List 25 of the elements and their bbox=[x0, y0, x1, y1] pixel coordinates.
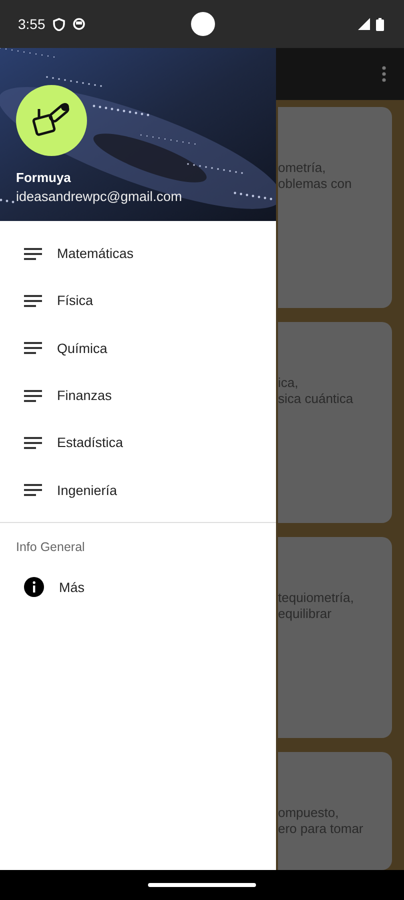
list-icon bbox=[24, 436, 42, 449]
app-name: Formuya bbox=[16, 170, 71, 185]
more-icon[interactable] bbox=[382, 66, 386, 82]
face-icon bbox=[73, 18, 86, 30]
list-icon bbox=[24, 294, 42, 307]
account-email: ideasandrewpc@gmail.com bbox=[16, 189, 182, 204]
signal-icon bbox=[358, 18, 370, 30]
battery-icon bbox=[376, 18, 384, 30]
drawer-item[interactable]: Física bbox=[0, 277, 276, 325]
drawer-item[interactable]: Estadística bbox=[0, 419, 276, 466]
drawer-item[interactable]: Ingeniería bbox=[0, 466, 276, 514]
camera-cutout bbox=[191, 12, 215, 36]
section-title: Info General bbox=[15, 538, 86, 554]
list-icon bbox=[24, 390, 42, 402]
drawer-item[interactable]: Más bbox=[0, 564, 276, 612]
drawer-item[interactable]: Matemáticas bbox=[0, 230, 276, 278]
drawer-item[interactable]: Química bbox=[0, 324, 276, 372]
info-icon bbox=[24, 577, 44, 598]
drawer-item[interactable]: Finanzas bbox=[0, 372, 276, 420]
list-icon bbox=[24, 484, 42, 496]
status-time: 3:55 bbox=[18, 16, 46, 32]
list-icon bbox=[24, 342, 42, 354]
list-icon bbox=[24, 248, 42, 260]
home-handle[interactable] bbox=[148, 883, 256, 887]
shield-icon bbox=[53, 18, 66, 30]
